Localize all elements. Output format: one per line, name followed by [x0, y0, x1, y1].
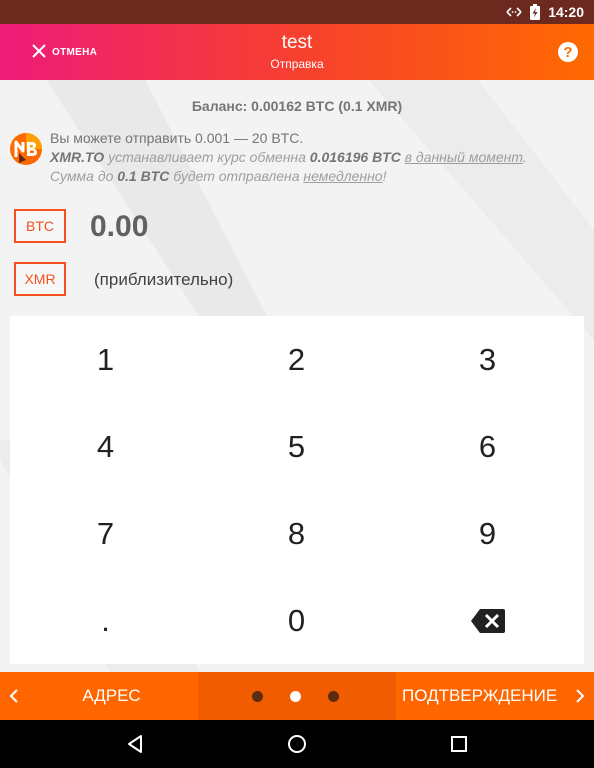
send-limits-text: Вы можете отправить 0.001 — 20 BTC. — [50, 130, 304, 146]
balance-text: Баланс: 0.00162 BTC (0.1 XMR) — [191, 98, 403, 114]
recents-square-icon[interactable] — [447, 732, 471, 756]
back-triangle-icon[interactable] — [124, 732, 148, 756]
page-dot-2-active — [290, 691, 301, 702]
instant-link[interactable]: немедленно — [303, 168, 382, 184]
key-7[interactable]: 7 — [10, 490, 201, 577]
home-circle-icon[interactable] — [285, 732, 309, 756]
back-address-button[interactable]: АДРЕС — [0, 672, 198, 720]
key-1[interactable]: 1 — [10, 316, 201, 403]
data-transfer-icon — [506, 6, 522, 18]
key-8[interactable]: 8 — [201, 490, 392, 577]
wizard-nav: АДРЕС ПОДТВЕРЖДЕНИЕ — [0, 672, 594, 720]
key-3[interactable]: 3 — [392, 316, 583, 403]
send-amount-content: Баланс: 0.00162 BTC (0.1 XMR) Вы можете … — [0, 80, 594, 672]
page-indicator — [198, 672, 396, 720]
numeric-keypad: 1 2 3 4 5 6 7 8 9 . 0 — [10, 316, 584, 664]
help-icon[interactable]: ? — [558, 42, 578, 62]
xmrto-logo-icon — [10, 133, 42, 165]
btc-currency-button[interactable]: BTC — [14, 209, 66, 243]
toolbar: ОТМЕНА test Отправка ? — [0, 24, 594, 80]
key-2[interactable]: 2 — [201, 316, 392, 403]
key-9[interactable]: 9 — [392, 490, 583, 577]
page-dot-3 — [328, 691, 339, 702]
key-decimal[interactable]: . — [10, 577, 201, 664]
exchange-info: Вы можете отправить 0.001 — 20 BTC. XMR.… — [50, 129, 590, 186]
page-dot-1 — [252, 691, 263, 702]
wallet-title: test — [281, 32, 313, 53]
screen-subtitle: Отправка — [270, 57, 324, 71]
key-5[interactable]: 5 — [201, 403, 392, 490]
exchange-rate-text: XMR.TO устанавливает курс обменна 0.0161… — [50, 149, 527, 165]
xmr-amount-approx: (приблизительно) — [94, 270, 234, 289]
key-0[interactable]: 0 — [201, 577, 392, 664]
key-6[interactable]: 6 — [392, 403, 583, 490]
status-bar-icons: 14:20 — [506, 0, 584, 24]
key-4[interactable]: 4 — [10, 403, 201, 490]
btc-amount: 0.00 — [90, 210, 149, 243]
chevron-right-icon — [574, 687, 586, 710]
backspace-icon — [470, 608, 505, 633]
battery-charging-icon — [530, 4, 541, 20]
status-time: 14:20 — [548, 4, 584, 20]
back-label: АДРЕС — [82, 686, 141, 705]
rate-time-link[interactable]: в данный момент — [405, 149, 523, 165]
next-confirm-button[interactable]: ПОДТВЕРЖДЕНИЕ — [396, 672, 594, 720]
next-label: ПОДТВЕРЖДЕНИЕ — [402, 686, 558, 705]
system-nav-bar — [0, 720, 594, 768]
backspace-button[interactable] — [392, 577, 583, 664]
instant-send-text: Сумма до 0.1 BTC будет отправлена немедл… — [50, 168, 387, 184]
status-bar: 14:20 — [0, 0, 594, 24]
xmr-currency-button[interactable]: XMR — [14, 262, 66, 296]
